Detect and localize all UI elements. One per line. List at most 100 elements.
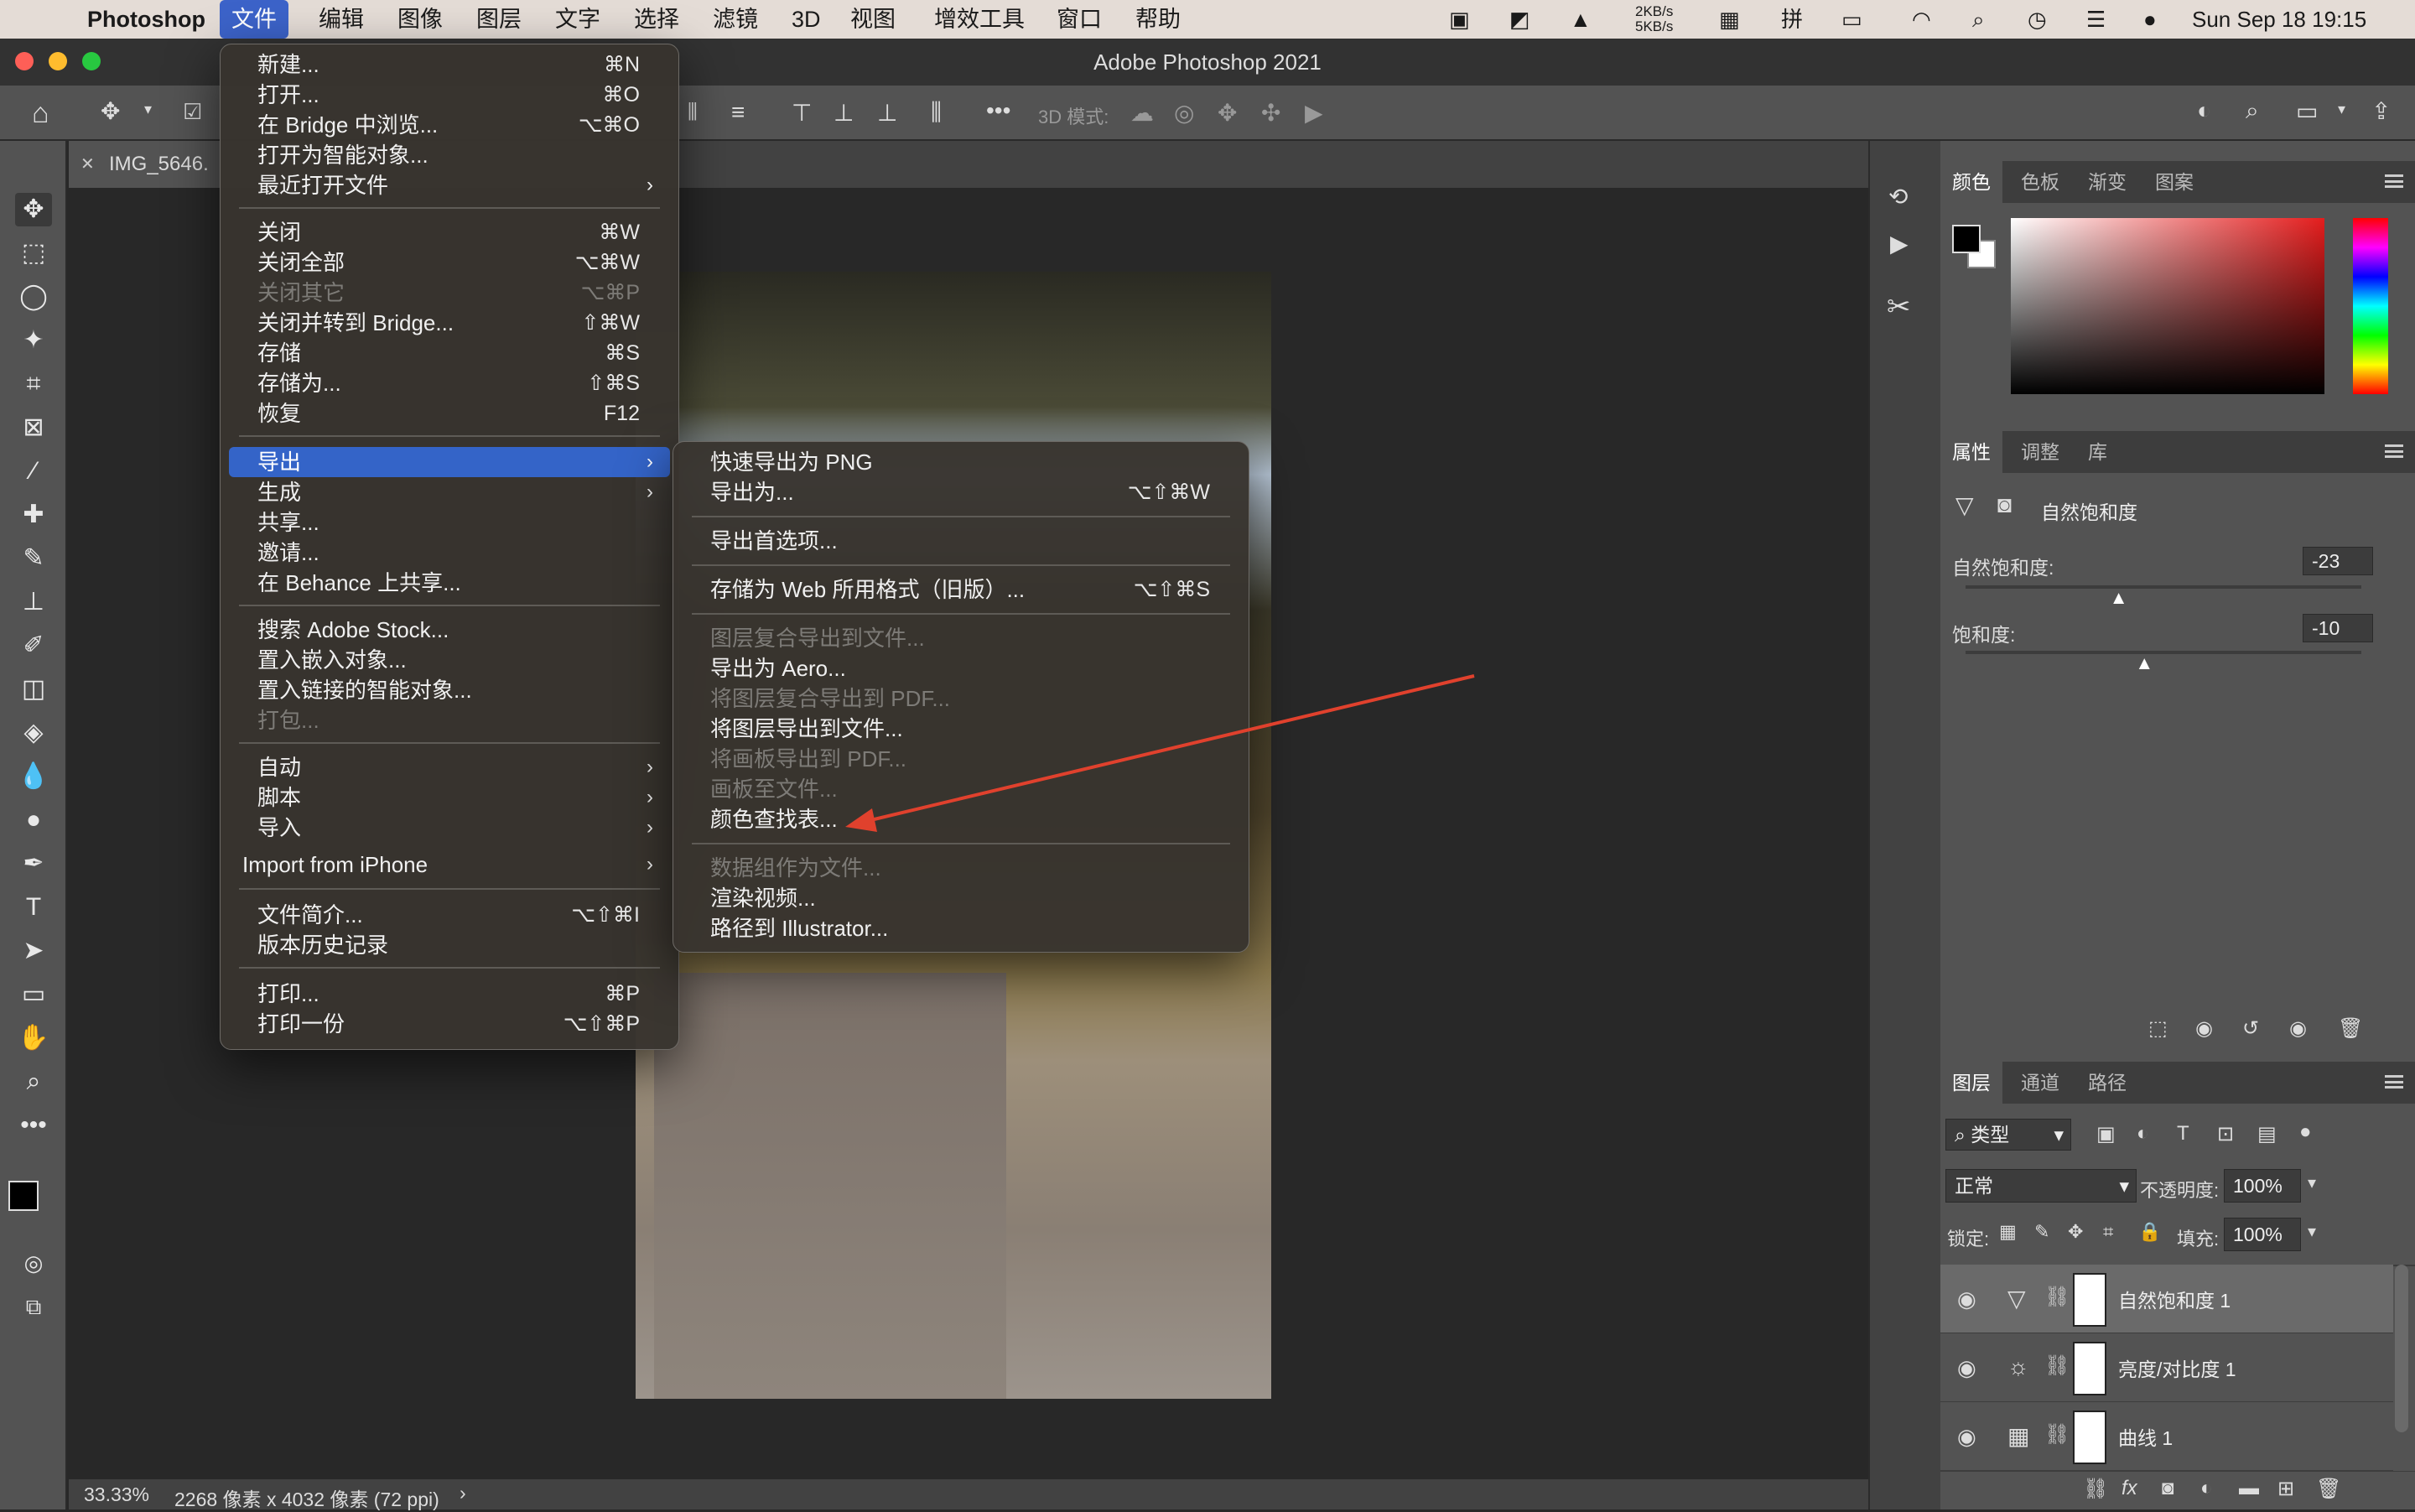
- tab-gradients[interactable]: 渐变: [2088, 161, 2127, 203]
- chevron-down-icon[interactable]: ▾: [2308, 1221, 2316, 1242]
- healing-brush-icon[interactable]: ✚: [15, 498, 52, 532]
- vibrance-value-field[interactable]: -23: [2303, 547, 2373, 575]
- layer-filter-select[interactable]: ⌕ 类型 ▾: [1945, 1119, 2071, 1151]
- auto-select-checkbox[interactable]: ☑: [183, 99, 202, 125]
- search-icon[interactable]: ⌕: [1972, 0, 1985, 39]
- export_menu-item[interactable]: 路径到 Illustrator...: [682, 913, 1240, 943]
- link-icon[interactable]: ⛓: [2044, 1422, 2070, 1447]
- move-tool-icon[interactable]: ✥: [15, 193, 52, 226]
- new-group-icon[interactable]: ▬: [2239, 1477, 2259, 1500]
- pen-tool-icon[interactable]: ✒: [15, 847, 52, 881]
- layers-scrollbar[interactable]: [2395, 1265, 2408, 1432]
- foreground-color-swatch[interactable]: [8, 1181, 39, 1211]
- tab-paths[interactable]: 路径: [2088, 1062, 2127, 1104]
- file_menu-item[interactable]: Import from iPhone ›: [229, 850, 670, 880]
- menu-3d[interactable]: 3D: [780, 0, 833, 39]
- file_menu-item[interactable]: 关闭并转到 Bridge... ⇧⌘W: [229, 308, 670, 338]
- align-bottom-icon[interactable]: ⊥: [877, 99, 897, 127]
- add-mask-icon[interactable]: ◙: [2162, 1477, 2174, 1500]
- align-left-icon[interactable]: ⫴: [688, 99, 698, 127]
- file_menu-item[interactable]: 导出 ›: [229, 447, 670, 477]
- search-icon[interactable]: ⌕: [2246, 97, 2259, 125]
- layer-name[interactable]: 自然饱和度 1: [2118, 1285, 2231, 1313]
- align-vcenter-icon[interactable]: ⊥: [834, 99, 854, 127]
- chevron-down-icon[interactable]: ▾: [2338, 101, 2345, 118]
- export_menu-item[interactable]: 颜色查找表...: [682, 804, 1240, 834]
- 3d-roll-icon[interactable]: ◎: [1174, 99, 1194, 127]
- dodge-tool-icon[interactable]: ●: [15, 803, 52, 837]
- brush-tool-icon[interactable]: ✎: [15, 542, 52, 575]
- file_menu-item[interactable]: 存储 ⌘S: [229, 338, 670, 368]
- layer-row[interactable]: ◉ ▽ ⛓ 自然饱和度 1: [1940, 1265, 2393, 1333]
- stamp-tool-icon[interactable]: ⊥: [15, 585, 52, 619]
- quick-mask-icon[interactable]: ◎: [15, 1246, 52, 1280]
- lock-position-icon[interactable]: ✥: [2068, 1221, 2083, 1243]
- filter-shape-icon[interactable]: ⊡: [2217, 1122, 2234, 1146]
- cat-icon[interactable]: ▲: [1570, 0, 1592, 39]
- layer-mask-icon[interactable]: ◙: [1997, 491, 2012, 518]
- lasso-tool-icon[interactable]: ◯: [15, 280, 52, 314]
- hue-slider[interactable]: [2353, 218, 2388, 394]
- apple-menu-icon[interactable]: [22, 0, 45, 39]
- opacity-field[interactable]: 100%: [2224, 1169, 2301, 1203]
- menu-plugins[interactable]: 增效工具: [922, 0, 1036, 39]
- menu-view[interactable]: 视图: [839, 0, 907, 39]
- wifi-icon[interactable]: ◠: [1912, 0, 1931, 39]
- file_menu-item[interactable]: 打印一份 ⌥⇧⌘P: [229, 1009, 670, 1039]
- filter-smart-object-icon[interactable]: ▤: [2257, 1122, 2277, 1146]
- tool-presets-icon[interactable]: ✂: [1887, 290, 1911, 324]
- file_menu-item[interactable]: 新建... ⌘N: [229, 49, 670, 80]
- blur-tool-icon[interactable]: 💧: [15, 760, 52, 793]
- layer-mask-thumbnail[interactable]: [2073, 1342, 2106, 1395]
- app-menu[interactable]: Photoshop: [75, 0, 217, 39]
- new-adjustment-icon[interactable]: ◐: [2200, 1477, 2213, 1500]
- time-machine-icon[interactable]: ◷: [2028, 0, 2047, 39]
- layer-name[interactable]: 亮度/对比度 1: [2118, 1354, 2236, 1382]
- lock-transparency-icon[interactable]: ▦: [1999, 1221, 2017, 1243]
- lock-artboard-icon[interactable]: ⌗: [2103, 1221, 2113, 1243]
- panel-menu-icon[interactable]: [2385, 444, 2403, 458]
- file_menu-item[interactable]: 在 Bridge 中浏览... ⌥⌘O: [229, 110, 670, 140]
- eye-icon[interactable]: ◉: [1957, 1355, 1976, 1381]
- tab-swatches[interactable]: 色板: [2021, 161, 2059, 203]
- file_menu-item[interactable]: 打开... ⌘O: [229, 80, 670, 110]
- export_menu-item[interactable]: 快速导出为 PNG: [682, 447, 1240, 477]
- color-foreground-swatch[interactable]: [1952, 225, 1981, 253]
- vibrance-slider-thumb[interactable]: ▲: [2110, 587, 2128, 609]
- layer-name[interactable]: 曲线 1: [2118, 1422, 2173, 1451]
- lock-all-icon[interactable]: 🔒: [2138, 1221, 2161, 1243]
- export_menu-item[interactable]: 导出首选项...: [682, 526, 1240, 556]
- history-brush-icon[interactable]: ✐: [15, 629, 52, 662]
- zoom-tool-icon[interactable]: ⌕: [15, 1065, 52, 1099]
- menu-image[interactable]: 图像: [386, 0, 454, 39]
- view-previous-icon[interactable]: ◉: [2195, 1016, 2213, 1041]
- visibility-icon[interactable]: ◉: [2289, 1016, 2307, 1041]
- clip-to-layer-icon[interactable]: ⬚: [2148, 1016, 2168, 1041]
- menu-filter[interactable]: 滤镜: [701, 0, 770, 39]
- menu-layer[interactable]: 图层: [465, 0, 533, 39]
- fx-icon[interactable]: fx: [2122, 1477, 2137, 1500]
- paint-bucket-icon[interactable]: ◈: [15, 716, 52, 750]
- filter-type-icon[interactable]: T: [2177, 1122, 2189, 1146]
- file_menu-item[interactable]: 恢复 F12: [229, 398, 670, 429]
- magic-wand-icon[interactable]: ✦: [15, 324, 52, 357]
- tab-channels[interactable]: 通道: [2021, 1062, 2059, 1104]
- layer-mask-thumbnail[interactable]: [2073, 1273, 2106, 1327]
- delete-layer-icon[interactable]: 🗑: [2316, 1477, 2341, 1501]
- saturation-slider-thumb[interactable]: ▲: [2135, 652, 2153, 674]
- file_menu-item[interactable]: 最近打开文件 ›: [229, 170, 670, 200]
- user-search-icon[interactable]: ◐: [2197, 97, 2211, 124]
- tab-properties[interactable]: 属性: [1940, 431, 2002, 473]
- file_menu-item[interactable]: 导入 ›: [229, 813, 670, 843]
- filter-adjustment-icon[interactable]: ◐: [2137, 1122, 2149, 1146]
- history-icon[interactable]: ⟲: [1888, 183, 1908, 210]
- screen-mode-icon[interactable]: ⧉: [15, 1290, 52, 1323]
- file_menu-item[interactable]: 打开为智能对象...: [229, 140, 670, 170]
- panel-menu-icon[interactable]: [2385, 174, 2403, 188]
- link-layers-icon[interactable]: ⛓: [2083, 1477, 2108, 1501]
- menu-select[interactable]: 选择: [622, 0, 691, 39]
- layout-icon[interactable]: ▦: [1719, 0, 1740, 39]
- battery-icon[interactable]: ▭: [1841, 0, 1862, 39]
- menu-window[interactable]: 窗口: [1045, 0, 1114, 39]
- frame-tool-icon[interactable]: ⊠: [15, 411, 52, 444]
